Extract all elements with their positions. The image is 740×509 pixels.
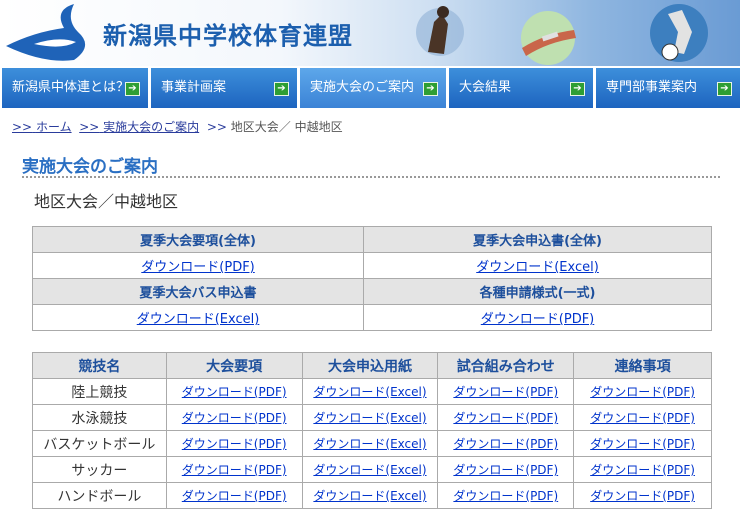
baton-photo-icon bbox=[521, 11, 576, 65]
table-cell: ダウンロード(PDF) bbox=[165, 456, 303, 483]
download-link[interactable]: ダウンロード(Excel) bbox=[313, 411, 426, 425]
nav-item-label: 新潟県中体連とは？ bbox=[12, 80, 130, 95]
download-link[interactable]: ダウンロード(PDF) bbox=[590, 489, 695, 503]
breadcrumb-current: >> 地区大会／ 中越地区 bbox=[206, 120, 343, 134]
column-header-guidelines: 大会要項 bbox=[165, 352, 303, 379]
nav-item-tournaments[interactable]: 実施大会のご案内 ➔ bbox=[300, 68, 446, 108]
table-cell: ダウンロード(PDF) bbox=[165, 430, 303, 457]
arrow-right-icon: ➔ bbox=[423, 82, 438, 96]
athlete-photo-icon bbox=[416, 6, 464, 56]
download-link[interactable]: ダウンロード(PDF) bbox=[453, 489, 558, 503]
table-cell: ダウンロード(PDF) bbox=[573, 456, 712, 483]
summary-cell: ダウンロード(Excel) bbox=[31, 304, 365, 331]
nav-item-label: 大会結果 bbox=[459, 80, 512, 95]
table-cell: ダウンロード(Excel) bbox=[301, 404, 439, 431]
nav-item-label: 専門部事業案内 bbox=[606, 80, 698, 95]
table-header-row: 競技名 大会要項 大会申込用紙 試合組み合わせ 連絡事項 bbox=[32, 352, 712, 379]
table-row: 水泳競技 ダウンロード(PDF) ダウンロード(Excel) ダウンロード(PD… bbox=[32, 404, 712, 431]
download-link[interactable]: ダウンロード(Excel) bbox=[313, 489, 426, 503]
nav-item-results[interactable]: 大会結果 ➔ bbox=[449, 68, 593, 108]
column-header-bracket: 試合組み合わせ bbox=[437, 352, 575, 379]
arrow-right-icon: ➔ bbox=[125, 82, 140, 96]
breadcrumb-home-link[interactable]: >> ホーム bbox=[12, 120, 72, 134]
download-link[interactable]: ダウンロード(Excel) bbox=[313, 437, 426, 451]
download-link[interactable]: ダウンロード(PDF) bbox=[453, 437, 558, 451]
nav-item-about[interactable]: 新潟県中体連とは？ ➔ bbox=[2, 68, 148, 108]
download-link[interactable]: ダウンロード(PDF) bbox=[182, 385, 287, 399]
column-header-application: 大会申込用紙 bbox=[301, 352, 439, 379]
download-link[interactable]: ダウンロード(PDF) bbox=[590, 411, 695, 425]
nav-item-label: 実施大会のご案内 bbox=[310, 80, 415, 95]
sport-name: バスケットボール bbox=[32, 430, 167, 457]
download-link[interactable]: ダウンロード(Excel) bbox=[313, 385, 426, 399]
download-link[interactable]: ダウンロード(PDF) bbox=[182, 437, 287, 451]
download-link[interactable]: ダウンロード(PDF) bbox=[481, 312, 594, 327]
summary-download-table: 夏季大会要項(全体) 夏季大会申込書(全体) ダウンロード(PDF) ダウンロー… bbox=[31, 226, 712, 331]
federation-logo-icon[interactable] bbox=[4, 2, 96, 62]
site-title: 新潟県中学校体育連盟 bbox=[103, 22, 353, 50]
nav-item-departments[interactable]: 専門部事業案内 ➔ bbox=[596, 68, 740, 108]
main-nav: 新潟県中体連とは？ ➔ 事業計画案 ➔ 実施大会のご案内 ➔ 大会結果 ➔ 専門… bbox=[0, 66, 740, 110]
summary-header: 夏季大会要項(全体) bbox=[31, 226, 365, 253]
breadcrumb-parent-link[interactable]: >> 実施大会のご案内 bbox=[79, 120, 199, 134]
sports-download-table: 競技名 大会要項 大会申込用紙 試合組み合わせ 連絡事項 陸上競技 ダウンロード… bbox=[32, 352, 712, 509]
column-header-notices: 連絡事項 bbox=[573, 352, 712, 379]
download-link[interactable]: ダウンロード(PDF) bbox=[182, 463, 287, 477]
nav-item-plan[interactable]: 事業計画案 ➔ bbox=[151, 68, 297, 108]
download-link[interactable]: ダウンロード(PDF) bbox=[590, 463, 695, 477]
site-header: 新潟県中学校体育連盟 bbox=[0, 0, 740, 66]
arrow-right-icon: ➔ bbox=[570, 82, 585, 96]
nav-item-label: 事業計画案 bbox=[161, 80, 227, 95]
table-cell: ダウンロード(PDF) bbox=[165, 404, 303, 431]
summary-header: 夏季大会バス申込書 bbox=[31, 278, 365, 305]
arrow-right-icon: ➔ bbox=[274, 82, 289, 96]
soccer-photo-icon bbox=[650, 4, 708, 62]
arrow-right-icon: ➔ bbox=[717, 82, 732, 96]
table-cell: ダウンロード(PDF) bbox=[573, 430, 712, 457]
section-title: 実施大会のご案内 bbox=[22, 157, 158, 177]
table-row: サッカー ダウンロード(PDF) ダウンロード(Excel) ダウンロード(PD… bbox=[32, 456, 712, 483]
table-cell: ダウンロード(PDF) bbox=[437, 378, 575, 405]
table-cell: ダウンロード(PDF) bbox=[437, 430, 575, 457]
download-link[interactable]: ダウンロード(PDF) bbox=[453, 463, 558, 477]
table-cell: ダウンロード(PDF) bbox=[437, 404, 575, 431]
download-link[interactable]: ダウンロード(PDF) bbox=[182, 489, 287, 503]
table-cell: ダウンロード(PDF) bbox=[573, 404, 712, 431]
sport-name: 陸上競技 bbox=[32, 378, 167, 405]
section-divider bbox=[22, 176, 720, 178]
summary-header: 夏季大会申込書(全体) bbox=[363, 226, 712, 253]
breadcrumb: >> ホーム >> 実施大会のご案内 >> 地区大会／ 中越地区 bbox=[12, 118, 343, 135]
sport-name: 水泳競技 bbox=[32, 404, 167, 431]
download-link[interactable]: ダウンロード(PDF) bbox=[453, 411, 558, 425]
table-cell: ダウンロード(PDF) bbox=[573, 378, 712, 405]
download-link[interactable]: ダウンロード(PDF) bbox=[590, 385, 695, 399]
download-link[interactable]: ダウンロード(PDF) bbox=[141, 260, 254, 275]
table-row: バスケットボール ダウンロード(PDF) ダウンロード(Excel) ダウンロー… bbox=[32, 430, 712, 457]
download-link[interactable]: ダウンロード(PDF) bbox=[182, 411, 287, 425]
summary-cell: ダウンロード(Excel) bbox=[363, 252, 712, 279]
download-link[interactable]: ダウンロード(Excel) bbox=[137, 312, 260, 327]
summary-cell: ダウンロード(PDF) bbox=[31, 252, 365, 279]
page-subtitle: 地区大会／中越地区 bbox=[34, 192, 179, 211]
summary-header: 各種申請様式(一式) bbox=[363, 278, 712, 305]
sport-name: サッカー bbox=[32, 456, 167, 483]
download-link[interactable]: ダウンロード(PDF) bbox=[590, 437, 695, 451]
download-link[interactable]: ダウンロード(Excel) bbox=[313, 463, 426, 477]
table-cell: ダウンロード(PDF) bbox=[165, 378, 303, 405]
download-link[interactable]: ダウンロード(PDF) bbox=[453, 385, 558, 399]
column-header-sport: 競技名 bbox=[32, 352, 167, 379]
table-cell: ダウンロード(Excel) bbox=[301, 456, 439, 483]
summary-cell: ダウンロード(PDF) bbox=[363, 304, 712, 331]
table-cell: ダウンロード(Excel) bbox=[301, 378, 439, 405]
download-link[interactable]: ダウンロード(Excel) bbox=[476, 260, 599, 275]
table-row: 陸上競技 ダウンロード(PDF) ダウンロード(Excel) ダウンロード(PD… bbox=[32, 378, 712, 405]
table-cell: ダウンロード(PDF) bbox=[437, 456, 575, 483]
table-cell: ダウンロード(Excel) bbox=[301, 430, 439, 457]
